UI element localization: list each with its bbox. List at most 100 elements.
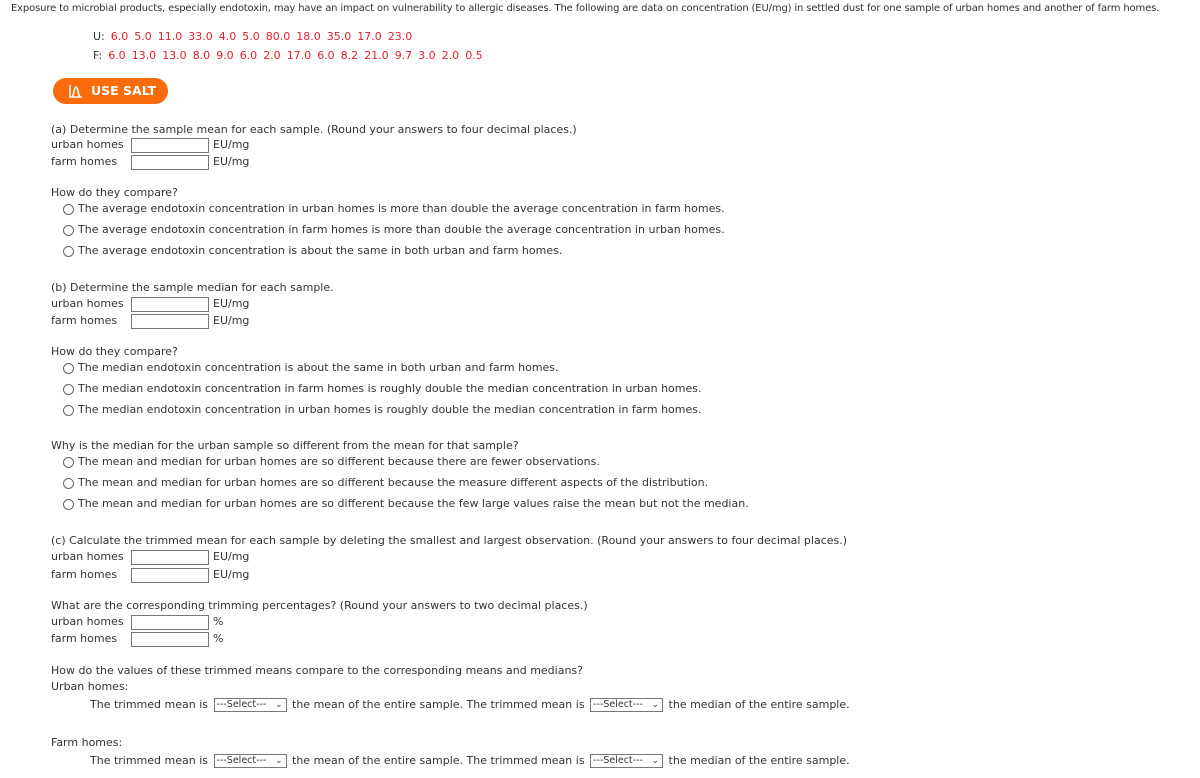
urban-value: 11.0 [157, 30, 183, 43]
farm-value: 6.0 [108, 49, 126, 62]
farm-trimmed-input[interactable] [131, 568, 209, 583]
urban-value: 17.0 [357, 30, 382, 43]
farm-value: 9.0 [216, 49, 234, 62]
urban-value: 4.0 [218, 30, 237, 43]
use-salt-button[interactable]: USE SALT [53, 78, 168, 104]
part-b-prompt: (b) Determine the sample median for each… [51, 281, 334, 294]
farm-pct-input[interactable] [131, 632, 209, 647]
urban-median-select[interactable]: ---Select--- ⌄ [590, 698, 664, 712]
farm-value: 2.0 [263, 49, 281, 62]
chevron-down-icon: ⌄ [651, 756, 660, 766]
urban-value: 18.0 [296, 30, 321, 43]
select-label: ---Select--- [216, 755, 267, 766]
mean-compare-option-2: The average endotoxin concentration is a… [78, 244, 563, 257]
s1: The trimmed mean is [90, 754, 209, 767]
urban-trimmed-label: urban homes [51, 550, 124, 563]
s3: the median of the entire sample. [668, 754, 850, 767]
mean-compare-radio-2[interactable] [63, 246, 74, 257]
why-radio-2[interactable] [63, 499, 74, 510]
urban-pct-label: urban homes [51, 615, 124, 628]
part-a-compare: How do they compare? [51, 186, 178, 199]
urban-value: 33.0 [188, 30, 213, 43]
urban-mean-input[interactable] [131, 138, 209, 153]
farm-mean-label: farm homes [51, 155, 118, 168]
part-a-prompt: (a) Determine the sample mean for each s… [51, 123, 577, 136]
urban-label: U: [93, 30, 105, 43]
farm-value: 8.2 [340, 49, 359, 62]
why-option-0: The mean and median for urban homes are … [78, 455, 600, 468]
chevron-down-icon: ⌄ [651, 700, 660, 710]
mean-compare-radio-1[interactable] [63, 225, 74, 236]
part-b-why: Why is the median for the urban sample s… [51, 439, 519, 452]
farm-trimmed-label: farm homes [51, 568, 118, 581]
farm-median-unit: EU/mg [213, 314, 250, 327]
urban-value: 23.0 [387, 30, 413, 43]
select-label: ---Select--- [593, 699, 643, 710]
urban-value: 5.0 [242, 30, 260, 43]
farm-heading: Farm homes: [51, 736, 123, 749]
why-radio-0[interactable] [63, 457, 74, 468]
urban-pct-unit: % [213, 615, 224, 628]
urban-median-input[interactable] [131, 297, 209, 312]
urban-trimmed-input[interactable] [131, 550, 209, 565]
urban-value: 5.0 [134, 30, 152, 43]
select-label: ---Select--- [593, 755, 643, 766]
use-salt-label: USE SALT [91, 83, 157, 98]
chevron-down-icon: ⌄ [274, 700, 283, 710]
farm-value: 17.0 [286, 49, 312, 62]
part-b-compare: How do they compare? [51, 345, 178, 358]
farm-data: F: 6.0 13.0 13.0 8.0 9.0 6.0 2.0 17.0 6.0 8.2 21.0 9… [93, 49, 495, 63]
s2: the mean of the entire sample. The trimm… [292, 754, 585, 767]
farm-label: F: [93, 49, 103, 62]
urban-value: 35.0 [326, 30, 352, 43]
farm-pct-unit: % [213, 632, 224, 645]
farm-median-select[interactable]: ---Select--- ⌄ [590, 754, 664, 768]
select-label: ---Select--- [216, 699, 267, 710]
median-compare-option-0: The median endotoxin concentration is ab… [78, 361, 559, 374]
urban-pct-input[interactable] [131, 615, 209, 630]
farm-trim-sentence: The trimmed mean is ---Select--- ⌄ the me… [90, 754, 850, 768]
farm-median-input[interactable] [131, 314, 209, 329]
farm-pct-label: farm homes [51, 632, 118, 645]
urban-median-unit: EU/mg [213, 297, 250, 310]
farm-value: 13.0 [131, 49, 157, 62]
farm-value: 8.0 [192, 49, 211, 62]
urban-mean-select[interactable]: ---Select--- ⌄ [213, 698, 287, 712]
median-compare-radio-2[interactable] [63, 405, 74, 416]
mean-compare-option-1: The average endotoxin concentration in f… [78, 223, 725, 236]
s1: The trimmed mean is [90, 698, 209, 711]
trim-compare: How do the values of these trimmed means… [51, 664, 583, 677]
median-compare-option-2: The median endotoxin concentration in ur… [78, 403, 702, 416]
farm-mean-select[interactable]: ---Select--- ⌄ [213, 754, 287, 768]
urban-data: U: 6.0 5.0 11.0 33.0 4.0 5.0 80.0 18.0 35.0 17.0 23… [93, 30, 424, 44]
farm-median-label: farm homes [51, 314, 118, 327]
s3: the median of the entire sample. [668, 698, 850, 711]
farm-value: 0.5 [465, 49, 483, 62]
urban-heading: Urban homes: [51, 680, 129, 693]
farm-mean-unit: EU/mg [213, 155, 250, 168]
distribution-icon [69, 85, 82, 98]
mean-compare-option-0: The average endotoxin concentration in u… [78, 202, 725, 215]
farm-trimmed-unit: EU/mg [213, 568, 250, 581]
farm-value: 13.0 [162, 49, 187, 62]
why-radio-1[interactable] [63, 478, 74, 489]
farm-mean-input[interactable] [131, 155, 209, 170]
farm-value: 2.0 [441, 49, 460, 62]
urban-mean-unit: EU/mg [213, 138, 250, 151]
urban-trimmed-unit: EU/mg [213, 550, 250, 563]
farm-value: 21.0 [364, 49, 389, 62]
median-compare-option-1: The median endotoxin concentration in fa… [78, 382, 702, 395]
median-compare-radio-1[interactable] [63, 384, 74, 395]
farm-value: 6.0 [239, 49, 258, 62]
median-compare-radio-0[interactable] [63, 363, 74, 374]
why-option-2: The mean and median for urban homes are … [78, 497, 749, 510]
urban-values: 6.0 5.0 11.0 33.0 4.0 5.0 80.0 18.0 35.0 17.0 23.0 [111, 30, 419, 43]
mean-compare-radio-0[interactable] [63, 204, 74, 215]
pct-prompt: What are the corresponding trimming perc… [51, 599, 588, 612]
why-option-1: The mean and median for urban homes are … [78, 476, 709, 489]
urban-median-label: urban homes [51, 297, 124, 310]
urban-trim-sentence: The trimmed mean is ---Select--- ⌄ the me… [90, 698, 850, 712]
urban-value: 80.0 [265, 30, 291, 43]
urban-mean-label: urban homes [51, 138, 124, 151]
farm-values: 6.0 13.0 13.0 8.0 9.0 6.0 2.0 17.0 6.0 8.2 21.0 9.7… [108, 49, 489, 62]
